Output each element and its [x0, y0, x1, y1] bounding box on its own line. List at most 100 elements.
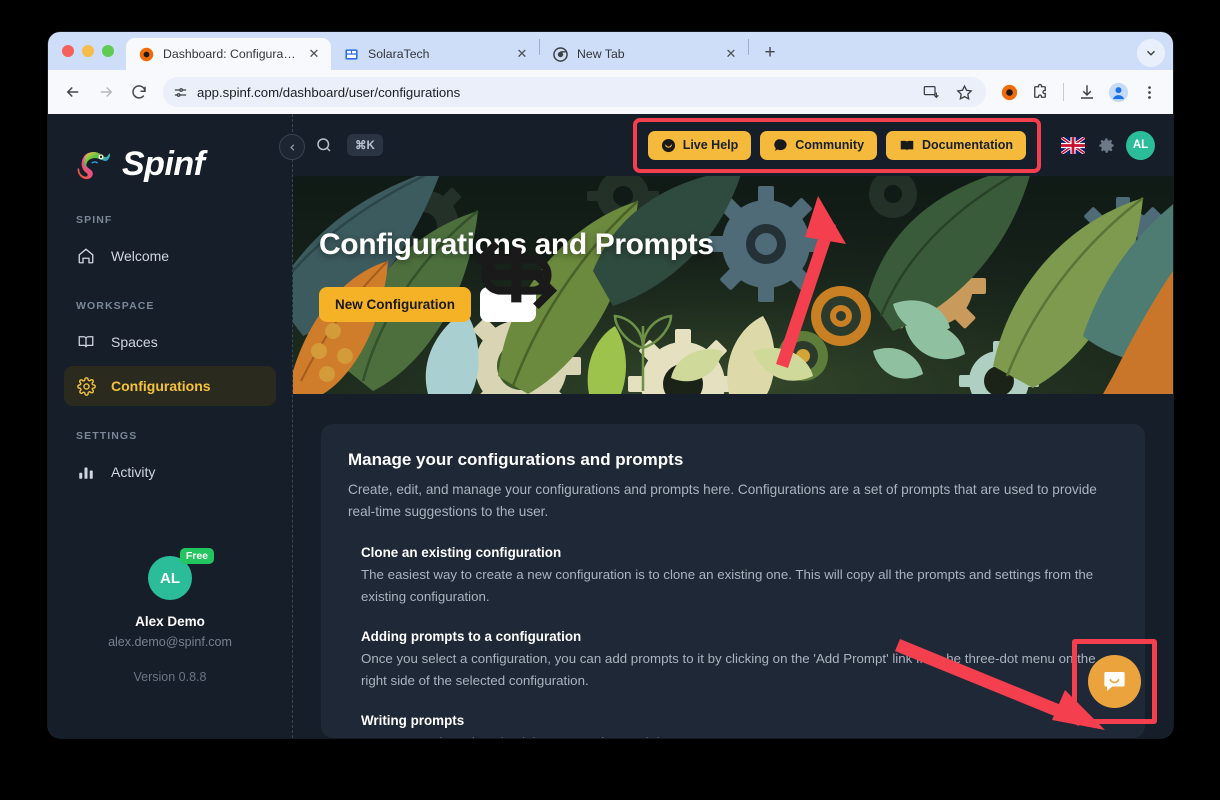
button-label: Documentation [922, 138, 1013, 152]
search-icon [315, 136, 333, 154]
browser-toolbar: app.spinf.com/dashboard/user/configurati… [48, 70, 1173, 114]
browser-window: Dashboard: Configuration ✕ SolaraTech ✕ … [48, 32, 1173, 738]
content-scroll-area[interactable]: Manage your configurations and prompts C… [293, 394, 1173, 738]
card-title: Manage your configurations and prompts [348, 450, 684, 469]
section-body: The easiest way to create a new configur… [361, 567, 1094, 604]
sidebar-item-spaces[interactable]: Spaces [64, 322, 276, 362]
site-settings-icon[interactable] [173, 85, 188, 100]
extensions-button[interactable] [1026, 78, 1054, 106]
install-app-button[interactable] [919, 80, 943, 104]
spinf-dot-icon [139, 47, 154, 61]
manage-configurations-card: Manage your configurations and prompts C… [321, 424, 1145, 738]
hero-actions: New Configuration [319, 240, 714, 322]
sidebar-item-label: Configurations [111, 378, 211, 394]
address-bar[interactable]: app.spinf.com/dashboard/user/configurati… [163, 77, 986, 107]
chat-widget-highlight [1072, 639, 1157, 724]
reload-button[interactable] [124, 77, 154, 107]
browser-tab-dashboard[interactable]: Dashboard: Configuration ✕ [126, 38, 331, 70]
hero-content: Configurations and Prompts New Configura… [319, 228, 714, 322]
sidebar-section-spinf: SPINF [76, 214, 113, 226]
sidebar-section-settings: SETTINGS [76, 430, 138, 442]
help-section-adding-prompts: Adding prompts to a configuration Once y… [348, 629, 1118, 691]
sidebar-section-workspace: WORKSPACE [76, 300, 155, 312]
hero-banner: Configurations and Prompts New Configura… [293, 176, 1173, 394]
user-avatar-button[interactable]: AL [1126, 130, 1155, 160]
application-root: Spinf SPINF Welcome WORKSPACE Spaces Con… [48, 114, 1173, 738]
user-name: Alex Demo [135, 614, 205, 629]
sidebar-collapse-button[interactable] [279, 134, 305, 160]
main-area: ⌘K Live Help Community Documentation AL … [293, 114, 1173, 738]
minimize-window-button[interactable] [82, 45, 94, 57]
close-tab-button[interactable]: ✕ [513, 45, 531, 63]
back-button[interactable] [58, 77, 88, 107]
close-tab-button[interactable]: ✕ [305, 45, 323, 63]
live-help-button[interactable]: Live Help [647, 130, 752, 160]
brand-logo[interactable]: Spinf [48, 114, 292, 192]
forward-button[interactable] [91, 77, 121, 107]
spinf-extension-button[interactable] [995, 78, 1023, 106]
community-button[interactable]: Community [760, 130, 878, 160]
sidebar-item-configurations[interactable]: Configurations [64, 366, 276, 406]
sidebar-item-label: Activity [111, 464, 156, 480]
search-shortcut-badge: ⌘K [347, 134, 383, 156]
gear-icon [1099, 137, 1114, 153]
gear-icon [76, 376, 96, 396]
install-app-icon [923, 86, 939, 99]
bar-chart-icon [76, 462, 96, 482]
profile-button[interactable] [1104, 78, 1132, 106]
close-window-button[interactable] [62, 45, 74, 57]
tab-title: Dashboard: Configuration [163, 47, 296, 61]
chrome-menu-button[interactable] [1135, 78, 1163, 106]
book-open-icon [900, 140, 914, 150]
home-icon [76, 246, 96, 266]
brand-name: Spinf [122, 144, 205, 183]
documentation-button[interactable]: Documentation [886, 130, 1026, 160]
browser-tab-solaratech[interactable]: SolaraTech ✕ [331, 38, 539, 70]
chrome-icon [553, 46, 568, 62]
tab-search-button[interactable] [1137, 39, 1165, 67]
refresh-icon [475, 240, 558, 310]
spinf-extension-icon [1001, 84, 1017, 100]
button-label: Community [795, 138, 865, 152]
new-tab-button[interactable]: + [757, 40, 783, 66]
section-heading: Adding prompts to a configuration [361, 629, 582, 645]
card-subtitle: Create, edit, and manage your configurat… [348, 482, 1097, 520]
section-body: Once you select a configuration, you can… [361, 651, 1096, 688]
downloads-button[interactable] [1073, 78, 1101, 106]
refresh-button[interactable] [475, 240, 558, 322]
chat-bubble-icon [774, 138, 787, 151]
help-section-clone: Clone an existing configuration The easi… [348, 545, 1118, 607]
search-trigger[interactable]: ⌘K [315, 134, 383, 156]
avatar[interactable]: AL Free [148, 548, 214, 600]
bookmark-star-icon [955, 84, 973, 100]
sidebar-item-label: Welcome [111, 248, 170, 264]
sidebar-item-activity[interactable]: Activity [64, 452, 276, 492]
user-email: alex.demo@spinf.com [108, 635, 232, 649]
browser-tab-new-tab[interactable]: New Tab ✕ [540, 38, 748, 70]
chat-widget-button[interactable] [1088, 655, 1141, 708]
app-version: Version 0.8.8 [133, 670, 207, 684]
section-heading: Writing prompts [361, 713, 465, 729]
extensions-puzzle-icon [1034, 83, 1046, 98]
help-section-writing-prompts: Writing prompts Prompts can be written i… [348, 713, 1118, 738]
window-controls [58, 32, 126, 70]
help-buttons-group-highlighted: Live Help Community Documentation [632, 117, 1041, 173]
section-heading: Clone an existing configuration [361, 545, 562, 561]
chameleon-logo-icon [77, 151, 111, 180]
section-body: Prompts can be written in plain text or … [361, 732, 1118, 738]
uk-flag-icon[interactable] [1061, 136, 1085, 154]
reload-icon [132, 85, 146, 99]
sidebar-item-welcome[interactable]: Welcome [64, 236, 276, 276]
sidebar-item-label: Spaces [111, 334, 158, 350]
button-label: Live Help [682, 138, 739, 152]
tab-title: New Tab [577, 47, 625, 61]
tab-divider [748, 39, 749, 55]
bookmark-button[interactable] [952, 80, 976, 104]
forward-arrow-icon [100, 86, 113, 98]
maximize-window-button[interactable] [102, 45, 114, 57]
close-tab-button[interactable]: ✕ [722, 45, 740, 63]
url-text: app.spinf.com/dashboard/user/configurati… [197, 84, 461, 100]
settings-button[interactable] [1097, 136, 1116, 155]
profile-avatar-icon [1108, 82, 1128, 102]
solara-grid-icon [345, 48, 358, 60]
